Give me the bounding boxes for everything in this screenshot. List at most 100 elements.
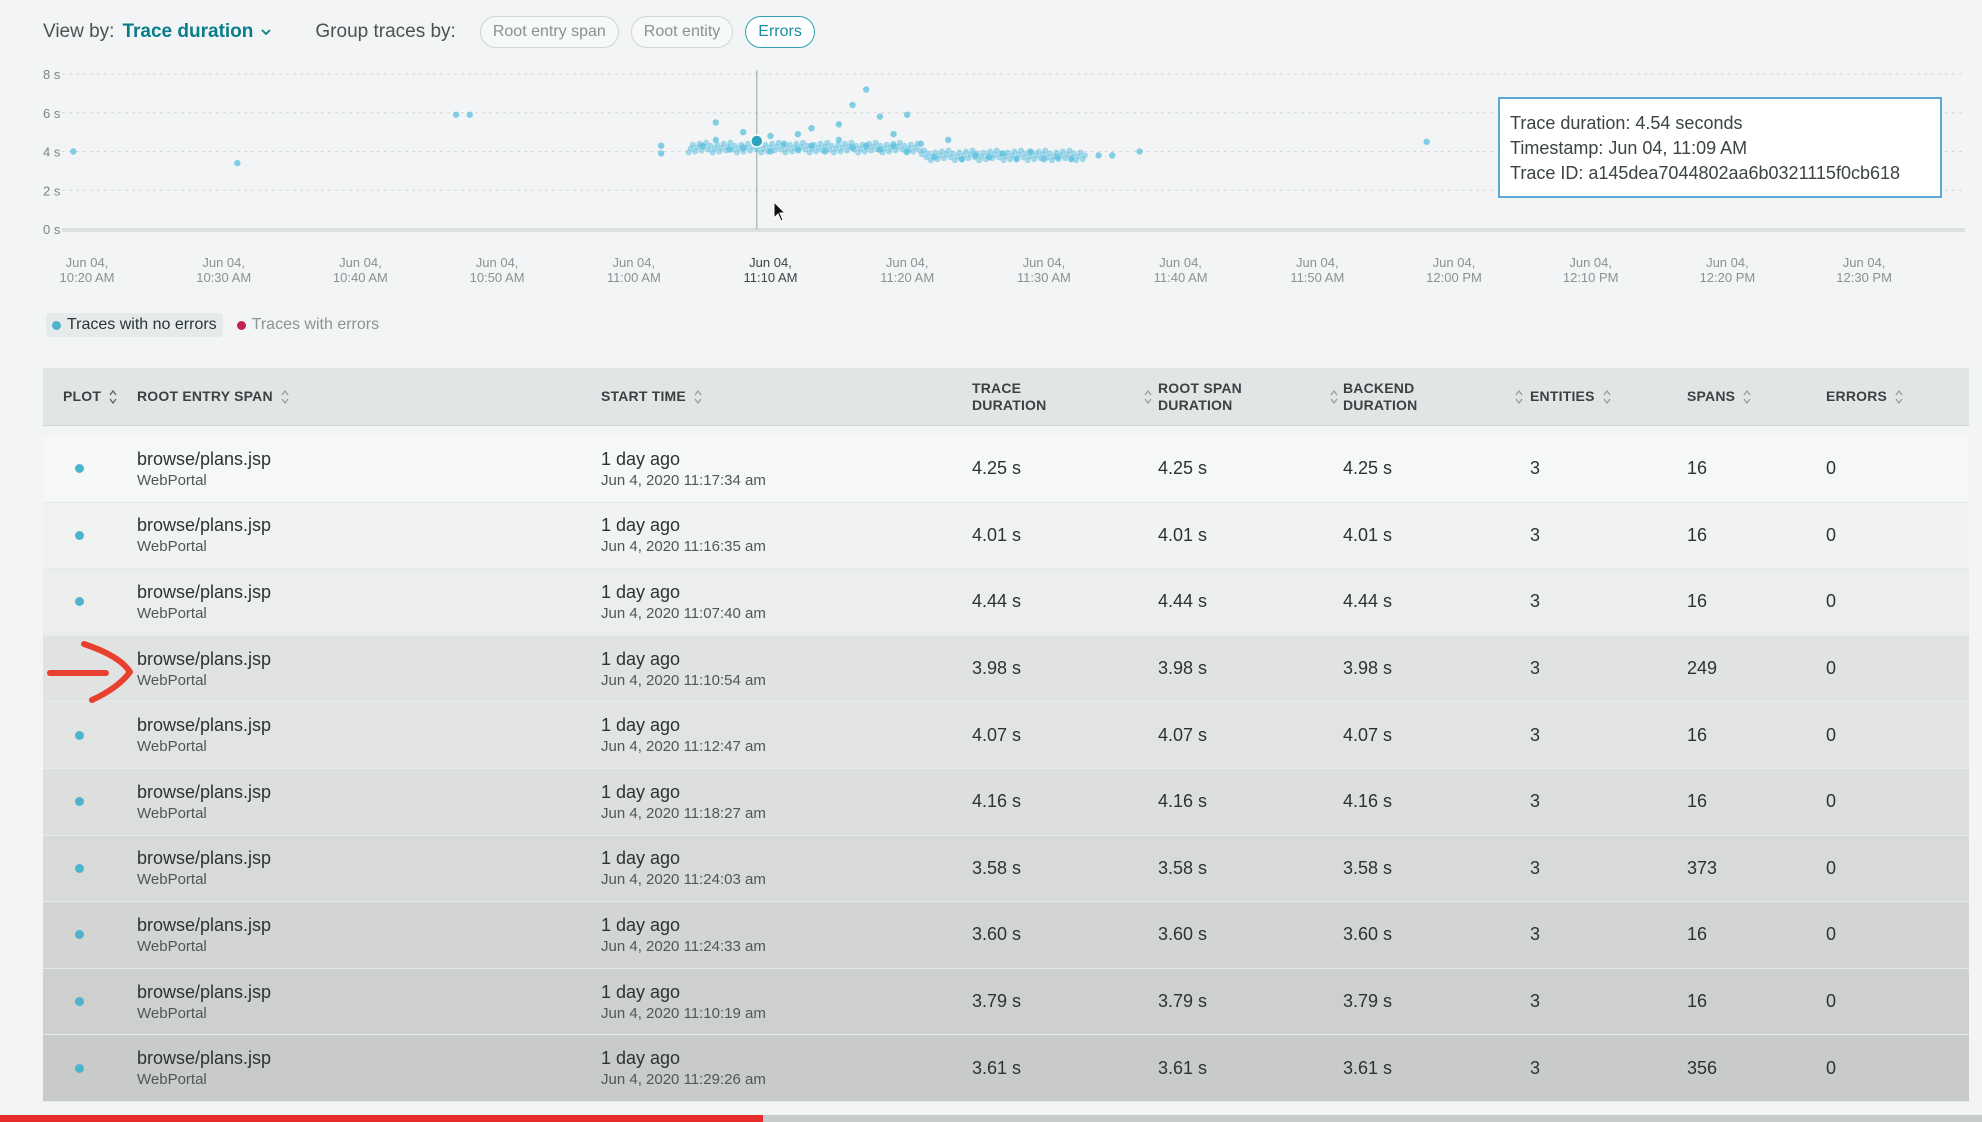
backend-duration-cell: 3.61 s [1343,1057,1393,1078]
root-entry-span-name[interactable]: browse/plans.jsp [137,1048,271,1069]
plot-cell[interactable] [75,702,84,768]
root-entry-span-cell: browse/plans.jsp WebPortal [137,702,271,768]
root-entity-name[interactable]: WebPortal [137,738,271,755]
root-entry-span-name[interactable]: browse/plans.jsp [137,515,271,536]
table-row[interactable]: browse/plans.jsp WebPortal 1 day ago Jun… [43,436,1969,503]
root-entry-span-name[interactable]: browse/plans.jsp [137,782,271,803]
x-tick-label: Jun 04, [1159,255,1202,270]
root-entity-name[interactable]: WebPortal [137,672,271,689]
trace-duration-cell: 4.44 s [972,591,1022,612]
x-tick-label: 11:30 AM [1017,270,1071,285]
trace-duration-cell: 3.61 s [972,1057,1022,1078]
spans-cell: 16 [1687,458,1708,479]
x-tick-label: 12:00 PM [1426,270,1482,285]
col-header-plot[interactable]: PLOT [63,388,117,405]
legend-traces-with-errors[interactable]: Traces with errors [231,313,385,337]
group-root-entity-button[interactable]: Root entity [630,16,734,48]
root-entry-span-name[interactable]: browse/plans.jsp [137,982,271,1003]
root-entry-span-name[interactable]: browse/plans.jsp [137,582,271,603]
col-header-entities[interactable]: ENTITIES [1530,388,1611,405]
trace-duration-cell: 4.16 s [972,791,1022,812]
plot-cell[interactable] [75,902,84,968]
col-header-trace-duration[interactable]: TRACE DURATION [972,380,1152,414]
table-row[interactable]: browse/plans.jsp WebPortal 1 day ago Jun… [43,502,1969,570]
root-entity-name[interactable]: WebPortal [137,871,271,888]
root-entry-span-name[interactable]: browse/plans.jsp [137,915,271,936]
chevron-down-icon [261,29,272,36]
backend-duration-cell: 4.16 s [1343,791,1393,812]
data-point [1136,148,1143,155]
col-header-backend-duration[interactable]: BACKEND DURATION [1343,380,1523,414]
root-entity-name[interactable]: WebPortal [137,938,271,955]
table-row[interactable]: browse/plans.jsp WebPortal 1 day ago Jun… [43,569,1969,636]
errors-cell: 0 [1826,991,1837,1012]
table-row[interactable]: browse/plans.jsp WebPortal 1 day ago Jun… [43,835,1969,903]
data-point [1109,152,1116,159]
root-entity-name[interactable]: WebPortal [137,805,271,822]
x-tick-label: 12:10 PM [1563,270,1619,285]
root-entity-name[interactable]: WebPortal [137,472,271,489]
plot-cell[interactable] [75,969,84,1035]
col-header-start-time[interactable]: START TIME [601,388,702,405]
table-row[interactable]: browse/plans.jsp WebPortal 1 day ago Jun… [43,1035,1969,1102]
root-entity-name[interactable]: WebPortal [137,1071,271,1088]
sort-icon [1603,389,1611,404]
table-row[interactable]: browse/plans.jsp WebPortal 1 day ago Jun… [43,635,1969,703]
root-entry-span-name[interactable]: browse/plans.jsp [137,449,271,470]
legend-traces-no-errors[interactable]: Traces with no errors [46,313,223,337]
sort-icon [694,389,702,404]
entities-cell: 3 [1530,591,1541,612]
col-header-line: TRACE [972,379,1022,396]
col-header-label: ERRORS [1826,388,1888,404]
col-header-line: DURATION [1158,396,1233,413]
root-entry-span-name[interactable]: browse/plans.jsp [137,715,271,736]
data-point [835,121,843,128]
table-row[interactable]: browse/plans.jsp WebPortal 1 day ago Jun… [43,968,1969,1036]
plot-dot-icon [75,930,84,940]
start-time-relative: 1 day ago [601,914,681,935]
col-header-root-span-duration[interactable]: ROOT SPAN DURATION [1158,380,1338,414]
plot-cell[interactable] [75,836,84,902]
table-row[interactable]: browse/plans.jsp WebPortal 1 day ago Jun… [43,902,1969,969]
root-entity-name[interactable]: WebPortal [137,538,271,555]
data-point [945,136,952,144]
root-entry-span-cell: browse/plans.jsp WebPortal [137,503,271,569]
backend-duration-cell: 4.25 s [1343,458,1393,479]
group-errors-button[interactable]: Errors [745,16,815,48]
sort-icon [1895,389,1903,404]
entities-cell: 3 [1530,991,1541,1012]
col-header-errors[interactable]: ERRORS [1826,388,1903,405]
x-tick-label: Jun 04, [339,255,382,270]
col-header-spans[interactable]: SPANS [1687,388,1751,405]
backend-duration-cell: 3.58 s [1343,857,1393,878]
backend-duration-cell: 3.60 s [1343,924,1393,945]
table-row[interactable]: browse/plans.jsp WebPortal 1 day ago Jun… [43,768,1969,836]
table-row[interactable]: browse/plans.jsp WebPortal 1 day ago Jun… [43,702,1969,769]
start-time-relative: 1 day ago [601,448,681,469]
col-header-root-entry-span[interactable]: ROOT ENTRY SPAN [137,388,289,405]
root-span-duration-cell: 4.16 s [1158,791,1208,812]
plot-cell[interactable] [75,1035,84,1101]
data-point [1081,152,1088,159]
group-root-entry-span-button[interactable]: Root entry span [479,16,619,48]
view-by-select[interactable]: Trace duration [122,21,272,43]
view-by-value: Trace duration [122,21,254,42]
col-header-label: START TIME [601,388,686,404]
col-header-label: SPANS [1687,388,1736,404]
start-time-timestamp: Jun 4, 2020 11:24:03 am [601,871,766,889]
root-entry-span-cell: browse/plans.jsp WebPortal [137,969,271,1035]
entities-cell: 3 [1530,724,1541,745]
plot-cell[interactable] [75,769,84,835]
sort-icon [1330,389,1338,404]
root-entry-span-cell: browse/plans.jsp WebPortal [137,1035,271,1101]
data-point [452,111,460,118]
root-entity-name[interactable]: WebPortal [137,605,271,622]
root-span-duration-cell: 3.61 s [1158,1057,1208,1078]
root-entry-span-name[interactable]: browse/plans.jsp [137,649,271,670]
root-entry-span-name[interactable]: browse/plans.jsp [137,848,271,869]
backend-duration-cell: 3.98 s [1343,658,1393,679]
root-entity-name[interactable]: WebPortal [137,1005,271,1022]
plot-cell[interactable] [75,436,84,502]
plot-cell[interactable] [75,569,84,635]
plot-cell[interactable] [75,503,84,569]
